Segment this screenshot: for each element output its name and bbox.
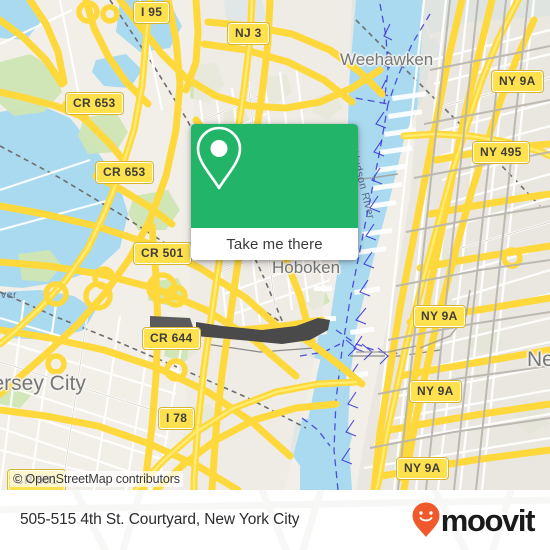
osm-attribution: © OpenStreetMap contributors <box>10 471 183 487</box>
shield-ny-9a-b: NY 9A <box>413 305 466 328</box>
footer-bar: 505-515 4th St. Courtyard, New York City… <box>0 490 550 550</box>
moovit-wordmark: moovit <box>440 502 536 538</box>
shield-ny-9a-c: NY 9A <box>409 380 462 403</box>
shield-ny-9a-a: NY 9A <box>491 70 544 93</box>
shield-cr-653-a: CR 653 <box>65 92 124 115</box>
take-me-there-callout[interactable]: Take me there <box>191 124 358 260</box>
map-label-river-edge: River <box>0 289 18 301</box>
callout-icon-area <box>191 124 358 228</box>
map-label-weehawken: Weehawken <box>340 50 434 69</box>
shield-i-95: I 95 <box>132 1 171 24</box>
location-address: 505-515 4th St. Courtyard, New York City <box>20 511 300 528</box>
shield-i-78: I 78 <box>157 407 196 430</box>
shield-cr-653-b: CR 653 <box>95 161 154 184</box>
map-label-new-york: Ne <box>527 348 550 371</box>
take-me-there-button[interactable]: Take me there <box>191 228 358 260</box>
shield-cr-501-a: CR 501 <box>133 242 192 265</box>
map-canvas[interactable]: Weehawken Hoboken Jersey City Ne River H… <box>0 0 550 490</box>
moovit-pin-smiley-icon <box>412 502 440 537</box>
map-label-jersey-city: Jersey City <box>0 372 86 395</box>
take-me-there-label: Take me there <box>226 235 323 253</box>
map-label-hoboken: Hoboken <box>272 258 341 277</box>
map-pin-icon <box>196 126 242 190</box>
shield-ny-495: NY 495 <box>472 141 530 164</box>
shield-ny-9a-d: NY 9A <box>396 457 449 480</box>
shield-nj-3: NJ 3 <box>227 22 270 45</box>
shield-cr-644: CR 644 <box>142 327 201 350</box>
moovit-brand[interactable]: moovit <box>412 502 536 538</box>
screenshot-root: Weehawken Hoboken Jersey City Ne River H… <box>0 0 550 550</box>
